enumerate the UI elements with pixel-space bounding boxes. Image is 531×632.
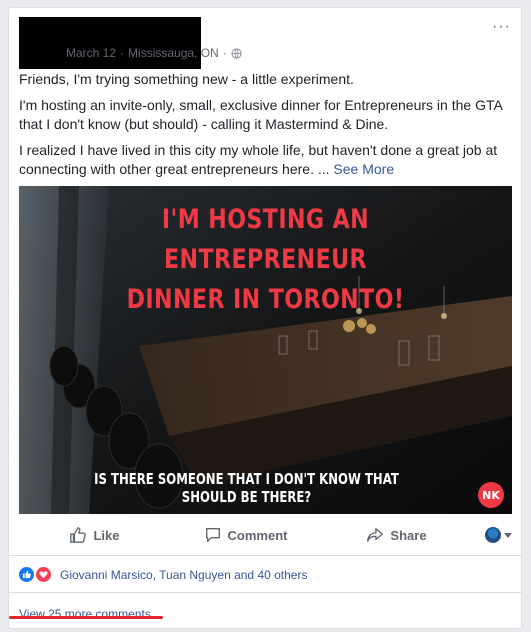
chevron-down-icon (504, 532, 512, 538)
avatar (485, 527, 501, 543)
post-location[interactable]: Mississauga, ON (128, 46, 219, 60)
like-label: Like (93, 527, 120, 543)
post-as-selector[interactable] (472, 527, 512, 543)
love-reaction-icon (35, 566, 52, 583)
brand-logo-icon: NK (478, 482, 504, 508)
post-paragraph: I'm hosting an invite-only, small, exclu… (19, 97, 503, 132)
headline-line: DINNER IN TORONTO! (126, 284, 405, 315)
reactions-summary[interactable]: Giovanni Marsico, Tuan Nguyen and 40 oth… (19, 566, 307, 583)
post-paragraph: I realized I have lived in this city my … (19, 141, 511, 179)
post-card: March 12 · Mississauga, ON · ··· Friends… (8, 7, 522, 629)
image-caption: IS THERE SOMEONE THAT I DON'T KNOW THAT … (94, 470, 399, 506)
post-paragraph-text: I realized I have lived in this city my … (19, 142, 498, 177)
post-text: Friends, I'm trying something new - a li… (19, 70, 511, 186)
redacted-author-block (19, 17, 201, 69)
post-actions: Like Comment Share (19, 520, 512, 550)
divider (9, 555, 521, 556)
globe-icon[interactable] (231, 47, 242, 59)
meta-separator: · (222, 46, 227, 60)
comment-icon (205, 528, 220, 542)
divider (9, 592, 521, 593)
comment-label: Comment (227, 527, 288, 543)
post-meta: March 12 · Mississauga, ON · (66, 46, 242, 60)
share-icon (367, 528, 384, 542)
reaction-names-link[interactable]: Giovanni Marsico, Tuan Nguyen and 40 oth… (60, 568, 307, 582)
annotation-underline (9, 616, 163, 619)
headline-line: I'M HOSTING AN ENTREPRENEUR (161, 204, 370, 275)
thumbs-up-icon (70, 527, 87, 543)
more-options-icon[interactable]: ··· (492, 18, 511, 36)
share-label: Share (390, 527, 427, 543)
see-more-link[interactable]: See More (333, 161, 394, 177)
image-headline: I'M HOSTING AN ENTREPRENEUR DINNER IN TO… (63, 200, 467, 320)
share-button[interactable]: Share (321, 526, 472, 544)
like-button[interactable]: Like (19, 526, 170, 544)
post-paragraph: Friends, I'm trying something new - a li… (19, 71, 354, 87)
meta-separator: · (120, 46, 125, 60)
post-date[interactable]: March 12 (66, 46, 116, 60)
comment-button[interactable]: Comment (170, 526, 321, 544)
post-image[interactable]: I'M HOSTING AN ENTREPRENEUR DINNER IN TO… (19, 186, 512, 514)
like-reaction-icon (19, 567, 34, 582)
